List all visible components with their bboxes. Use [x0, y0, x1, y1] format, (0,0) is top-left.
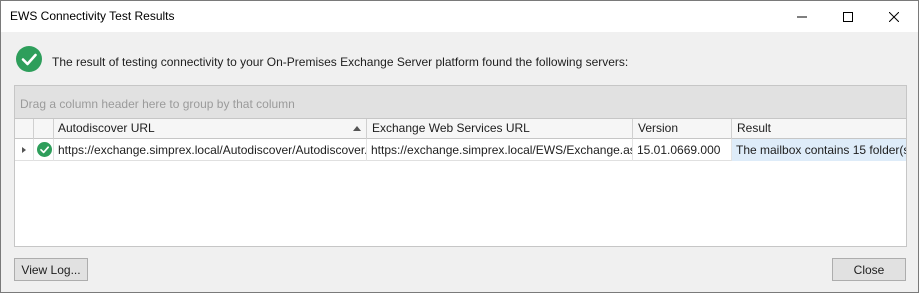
column-header-label: Exchange Web Services URL	[372, 121, 530, 135]
status-column-header	[34, 119, 54, 139]
close-button[interactable]: Close	[832, 258, 906, 281]
close-window-button[interactable]	[871, 1, 917, 32]
column-header-label: Version	[638, 121, 679, 135]
column-header-ews-url[interactable]: Exchange Web Services URL	[367, 119, 633, 139]
view-log-button[interactable]: View Log...	[14, 258, 88, 281]
row-focus-arrow-icon	[22, 147, 26, 153]
row-status-cell	[34, 139, 54, 161]
close-icon	[889, 11, 899, 22]
minimize-icon	[797, 16, 807, 17]
minimize-button[interactable]	[779, 1, 825, 32]
success-check-icon	[37, 142, 52, 157]
table-row[interactable]: https://exchange.simprex.local/Autodisco…	[15, 139, 906, 161]
success-check-icon	[16, 46, 42, 72]
sort-ascending-icon	[353, 126, 361, 131]
column-header-row: Autodiscover URL Exchange Web Services U…	[15, 119, 906, 139]
column-header-version[interactable]: Version	[633, 119, 732, 139]
column-header-result[interactable]: Result	[732, 119, 906, 139]
column-header-autodiscover-url[interactable]: Autodiscover URL	[54, 119, 367, 139]
dialog-window: EWS Connectivity Test Results The result…	[0, 0, 919, 293]
autodiscover-url-cell[interactable]: https://exchange.simprex.local/Autodisco…	[54, 139, 367, 161]
row-indicator-cell	[15, 139, 34, 161]
version-cell[interactable]: 15.01.0669.000	[633, 139, 732, 161]
window-title: EWS Connectivity Test Results	[10, 9, 175, 23]
column-header-label: Result	[737, 121, 772, 135]
maximize-button[interactable]	[825, 1, 871, 32]
maximize-icon	[843, 11, 853, 22]
ews-url-cell[interactable]: https://exchange.simprex.local/EWS/Excha…	[367, 139, 633, 161]
column-header-label: Autodiscover URL	[58, 121, 155, 135]
group-by-panel[interactable]: Drag a column header here to group by th…	[15, 86, 906, 119]
result-cell[interactable]: The mailbox contains 15 folder(s).	[732, 139, 906, 161]
indicator-column-header	[15, 119, 34, 139]
group-by-hint: Drag a column header here to group by th…	[20, 97, 295, 111]
results-grid: Drag a column header here to group by th…	[14, 85, 907, 247]
result-message: The result of testing connectivity to yo…	[52, 55, 629, 69]
title-bar[interactable]: EWS Connectivity Test Results	[1, 1, 918, 32]
